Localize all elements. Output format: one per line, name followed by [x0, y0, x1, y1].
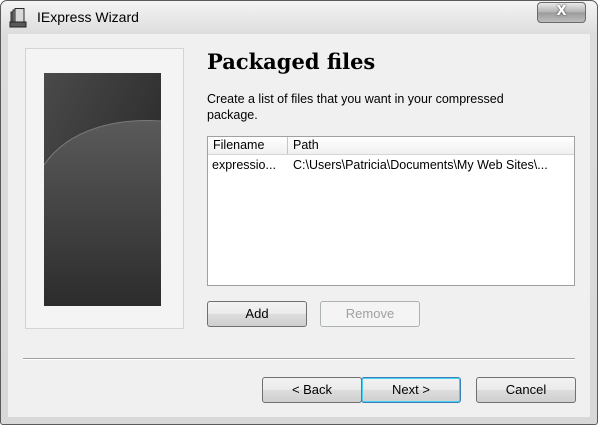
- list-item-path: C:\Users\Patricia\Documents\My Web Sites…: [293, 158, 548, 172]
- list-item[interactable]: expressio... C:\Users\Patricia\Documents…: [208, 157, 574, 173]
- iexpress-app-icon: [9, 8, 27, 28]
- window-title: IExpress Wizard: [37, 9, 139, 25]
- add-button[interactable]: Add: [207, 301, 307, 327]
- close-button[interactable]: X: [537, 2, 586, 23]
- column-header-filename[interactable]: Filename: [208, 137, 288, 154]
- packaged-files-list[interactable]: Filename Path expressio... C:\Users\Patr…: [207, 136, 575, 286]
- remove-button[interactable]: Remove: [320, 301, 420, 327]
- cancel-button[interactable]: Cancel: [476, 377, 576, 403]
- wizard-client-area: Packaged files Create a list of files th…: [8, 34, 590, 417]
- list-header: Filename Path: [208, 137, 574, 155]
- next-button[interactable]: Next >: [361, 377, 461, 403]
- title-bar[interactable]: IExpress Wizard X: [1, 1, 597, 35]
- wizard-side-image: [44, 73, 161, 306]
- separator: [23, 358, 575, 360]
- back-button[interactable]: < Back: [262, 377, 362, 403]
- close-icon: X: [556, 4, 567, 19]
- column-header-path[interactable]: Path: [288, 137, 574, 154]
- list-item-filename: expressio...: [212, 158, 276, 172]
- wizard-side-image-panel: [25, 48, 184, 329]
- page-description: Create a list of files that you want in …: [207, 92, 504, 122]
- page-heading: Packaged files: [207, 49, 376, 74]
- iexpress-wizard-window: IExpress Wizard X Packaged files Create …: [0, 0, 598, 425]
